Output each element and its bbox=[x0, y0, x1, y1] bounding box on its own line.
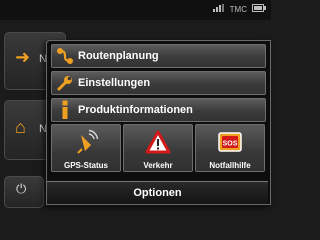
arrow-right-icon: ➜ bbox=[15, 47, 31, 67]
satellite-icon bbox=[73, 129, 99, 155]
tmc-icon: TMC bbox=[229, 4, 247, 14]
status-icons: TMC bbox=[212, 4, 266, 14]
tile-label: GPS-Status bbox=[63, 161, 108, 170]
tile-verkehr[interactable]: Verkehr bbox=[123, 124, 193, 172]
options-footer-label: Optionen bbox=[133, 187, 182, 199]
menu-item-routenplanung[interactable]: Routenplanung bbox=[51, 44, 266, 68]
tile-label: Notfallhilfe bbox=[209, 161, 251, 170]
sos-text: SOS bbox=[223, 141, 238, 148]
sos-icon: SOS bbox=[217, 129, 243, 155]
power-icon: ⏻ bbox=[16, 181, 27, 196]
info-icon bbox=[52, 100, 78, 120]
menu-item-einstellungen[interactable]: Einstellungen bbox=[51, 71, 266, 95]
status-bar: TMC bbox=[0, 0, 271, 20]
home-icon: ⌂ bbox=[15, 117, 26, 137]
wrench-icon bbox=[52, 74, 78, 92]
warning-triangle-icon bbox=[145, 129, 171, 155]
route-icon bbox=[52, 47, 78, 65]
menu-item-label: Produktinformationen bbox=[78, 104, 193, 116]
signal-icon bbox=[212, 4, 225, 14]
options-footer-button[interactable]: Optionen bbox=[47, 181, 268, 204]
background-power-tile: ⏻ bbox=[4, 176, 44, 208]
menu-item-label: Einstellungen bbox=[78, 77, 151, 89]
tile-label: Verkehr bbox=[143, 161, 173, 170]
tile-gps-status[interactable]: GPS-Status bbox=[51, 124, 121, 172]
options-menu: Routenplanung Einstellungen Produktinfor… bbox=[46, 40, 271, 205]
battery-icon bbox=[252, 4, 266, 14]
tile-notfallhilfe[interactable]: SOS Notfallhilfe bbox=[195, 124, 265, 172]
menu-item-produktinformationen[interactable]: Produktinformationen bbox=[51, 98, 266, 122]
menu-item-label: Routenplanung bbox=[78, 50, 159, 62]
